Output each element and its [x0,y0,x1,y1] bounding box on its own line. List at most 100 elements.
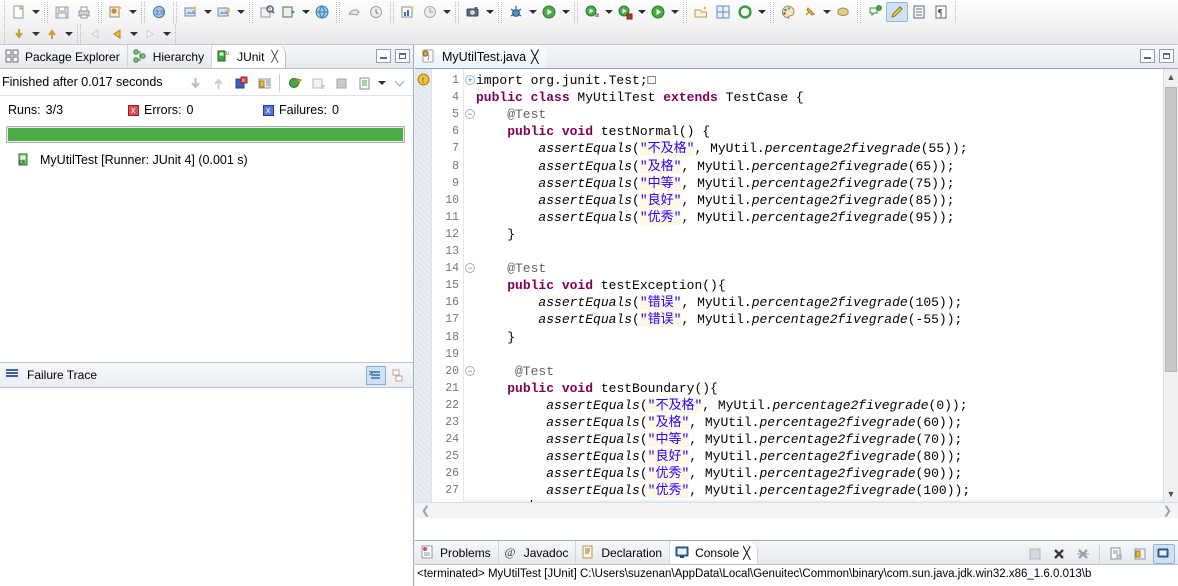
fold-collapse-icon[interactable]: − [465,109,475,120]
close-icon[interactable]: ╳ [531,49,539,64]
view-tab-console[interactable]: Console ╳ [670,541,759,564]
code-line[interactable]: assertEquals("中等", MyUtil.percentage2fiv… [476,431,1156,448]
test-history-icon[interactable] [353,73,375,93]
paragraph-icon[interactable]: ¶ [930,2,952,22]
code-line[interactable]: @Test [476,363,1156,380]
dropdown-arrow-icon[interactable] [441,2,452,22]
build-icon[interactable] [278,2,300,22]
open-type-icon[interactable]: 2.0 [148,2,170,22]
maximize-button[interactable] [395,49,410,63]
dropdown-arrow-icon[interactable] [669,2,680,22]
editor-folding-column[interactable]: + − − − [464,69,476,518]
code-line[interactable]: public void testException(){ [476,277,1156,294]
console-output[interactable]: <terminated> MyUtilTest [JUnit] C:\Users… [415,565,1178,586]
code-area[interactable]: ! 1 4 5 6 7 8 9 10 11 12 13 14 15 16 17 18 19 20 21 22 23 24 2… [415,69,1178,518]
editor-code-lines[interactable]: import org.junit.Test;□ public class MyUt… [476,69,1156,518]
code-line[interactable]: } [476,226,1156,243]
pin-console-icon[interactable] [1129,544,1151,564]
dropdown-arrow-icon[interactable] [756,2,767,22]
dropdown-arrow-icon[interactable] [30,24,41,44]
code-line[interactable]: assertEquals("错误", MyUtil.percentage2fiv… [476,294,1156,311]
next-failure-icon[interactable] [184,73,206,93]
list-item[interactable]: MyUtilTest [Runner: JUnit 4] (0.001 s) [0,150,413,170]
dropdown-arrow-icon[interactable] [603,2,614,22]
pencil-icon[interactable] [886,2,908,22]
code-line[interactable]: import org.junit.Test;□ [476,72,1156,89]
scroll-up-icon[interactable]: ▲ [1164,69,1178,85]
scroll-right-icon[interactable]: ❯ [1163,504,1172,517]
code-line[interactable]: assertEquals("优秀", MyUtil.percentage2fiv… [476,465,1156,482]
debug-icon[interactable] [505,2,527,22]
maximize-button[interactable] [1159,49,1174,63]
view-tab-junit[interactable]: u JUnit ╳ [212,45,287,68]
remove-all-terminated-icon[interactable] [1072,544,1094,564]
minimize-arrow-icon[interactable] [388,73,410,93]
refresh-icon[interactable] [734,2,756,22]
code-line[interactable]: assertEquals("不及格", MyUtil.percentage2fi… [476,140,1156,157]
code-line[interactable]: @Test [476,260,1156,277]
coverage-icon[interactable] [343,2,365,22]
save-icon[interactable] [51,2,73,22]
view-menu-arrow-icon[interactable] [376,73,387,93]
failure-trace-body[interactable] [0,388,413,528]
chart-icon[interactable] [397,2,419,22]
code-line[interactable] [476,243,1156,260]
history-icon[interactable] [365,2,387,22]
close-icon[interactable]: ╳ [271,50,278,63]
code-line[interactable]: assertEquals("良好", MyUtil.percentage2fiv… [476,448,1156,465]
rerun-test-icon[interactable] [284,73,306,93]
dropdown-arrow-icon[interactable] [30,2,41,22]
code-line[interactable]: assertEquals("优秀", MyUtil.percentage2fiv… [476,482,1156,499]
globe-icon[interactable] [311,2,333,22]
editor-vertical-scrollbar[interactable]: ▲ ▼ [1163,69,1178,518]
back-icon[interactable] [106,24,128,44]
open-perspective-icon[interactable] [690,2,712,22]
view-tab-package-explorer[interactable]: Package Explorer [0,45,128,68]
dropdown-arrow-icon[interactable] [636,2,647,22]
previous-failure-icon[interactable] [207,73,229,93]
code-line[interactable]: assertEquals("不及格", MyUtil.percentage2fi… [476,397,1156,414]
terminate-icon[interactable] [1048,544,1070,564]
scrollbar-thumb[interactable] [1165,87,1177,372]
step-down-icon[interactable] [8,24,30,44]
code-line[interactable]: assertEquals("中等", MyUtil.percentage2fiv… [476,175,1156,192]
clear-console-icon[interactable] [1024,544,1046,564]
back-disabled-icon[interactable] [84,24,106,44]
view-tab-hierarchy[interactable]: Hierarchy [128,45,213,68]
display-selected-console-icon[interactable] [1105,544,1127,564]
profile-icon[interactable] [419,2,441,22]
code-line[interactable] [476,346,1156,363]
dropdown-arrow-icon[interactable] [202,2,213,22]
code-line[interactable]: public void testBoundary(){ [476,380,1156,397]
code-line[interactable]: assertEquals("优秀", MyUtil.percentage2fiv… [476,209,1156,226]
bread-icon[interactable] [832,2,854,22]
code-line[interactable]: assertEquals("良好", MyUtil.percentage2fiv… [476,192,1156,209]
junit-results-tree[interactable]: MyUtilTest [Runner: JUnit 4] (0.001 s) [0,146,413,362]
step-up-icon[interactable] [41,24,63,44]
show-failures-only-icon[interactable]: x [230,73,252,93]
run-last-icon[interactable] [581,2,603,22]
dropdown-arrow-icon[interactable] [527,2,538,22]
scroll-left-icon[interactable]: ❮ [421,504,430,517]
print-icon[interactable] [73,2,95,22]
dropdown-arrow-icon[interactable] [63,24,74,44]
dropdown-arrow-icon[interactable] [128,24,139,44]
dropdown-arrow-icon[interactable] [300,2,311,22]
minimize-button[interactable] [1140,49,1155,63]
code-line[interactable]: assertEquals("及格", MyUtil.percentage2fiv… [476,414,1156,431]
fold-expand-icon[interactable]: + [465,75,475,85]
editor-tab-myutiltest[interactable]: J MyUtilTest.java ╳ [415,45,547,68]
forward-icon[interactable] [139,24,161,44]
code-line[interactable]: @Test [476,106,1156,123]
outline-icon[interactable] [908,2,930,22]
coverage-run-icon[interactable] [647,2,669,22]
camera-icon[interactable] [462,2,484,22]
dropdown-arrow-icon[interactable] [821,2,832,22]
dropdown-arrow-icon[interactable] [235,2,246,22]
dropdown-arrow-icon[interactable] [161,24,172,44]
import-image-icon[interactable] [213,2,235,22]
dropdown-arrow-icon[interactable] [484,2,495,22]
editor-horizontal-scrollbar[interactable]: ❮ ❯ [415,502,1178,518]
open-console-icon[interactable] [1153,544,1175,564]
code-line[interactable]: assertEquals("及格", MyUtil.percentage2fiv… [476,158,1156,175]
